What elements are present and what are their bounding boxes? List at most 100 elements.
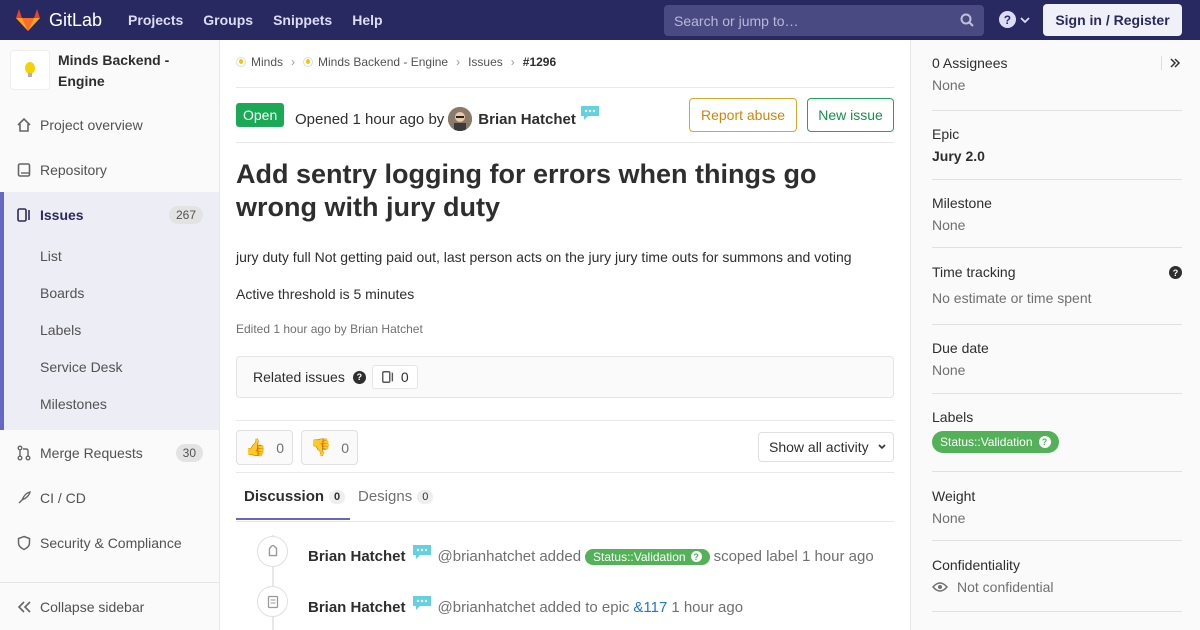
sidebar-item-security-compliance[interactable]: Security & Compliance — [0, 520, 219, 565]
report-abuse-button[interactable]: Report abuse — [689, 98, 797, 132]
label-text: Status::Validation — [593, 549, 686, 564]
breadcrumb-project[interactable]: Minds Backend - Engine — [318, 55, 448, 69]
divider — [236, 142, 894, 143]
search-input[interactable] — [674, 12, 954, 29]
label-pill[interactable]: Status::Validation ? — [932, 431, 1059, 453]
nav-snippets[interactable]: Snippets — [273, 12, 332, 28]
search-icon[interactable] — [960, 13, 974, 27]
status-badge: Open — [236, 103, 285, 127]
chevron-down-icon — [1020, 16, 1030, 23]
breadcrumb-issues[interactable]: Issues — [468, 55, 503, 69]
lightbulb-icon — [25, 62, 35, 77]
epic-value[interactable]: Jury 2.0 — [932, 148, 1182, 164]
related-issues-count[interactable]: 0 — [371, 365, 418, 389]
issue-meta: Opened 1 hour ago by Brian Hatchet — [295, 106, 600, 131]
opened-text: Opened 1 hour ago by — [295, 110, 445, 128]
time-tracking-title: Time tracking — [932, 264, 1016, 280]
nav-help[interactable]: Help — [352, 12, 382, 28]
edited-note: Edited 1 hour ago by Brian Hatchet — [236, 322, 423, 336]
epic-title: Epic — [932, 126, 960, 142]
sidebar-item-merge-requests[interactable]: Merge Requests 30 — [0, 430, 219, 475]
tab-count: 0 — [417, 489, 434, 504]
sidebar-subitem-labels[interactable]: Labels — [4, 311, 219, 348]
epic-link[interactable]: &117 — [633, 599, 667, 616]
timeline-event: Brian Hatchet @brianhatchet added Status… — [308, 544, 874, 565]
activity-filter-value: Show all activity — [769, 439, 869, 455]
thumbs-up-button[interactable]: 👍 0 — [236, 430, 293, 465]
tab-discussion[interactable]: Discussion 0 — [244, 488, 346, 505]
sidebar-item-project-overview[interactable]: Project overview — [0, 102, 219, 147]
issue-description: jury duty full Not getting paid out, las… — [236, 249, 852, 265]
active-tab-indicator — [236, 518, 350, 520]
event-handle[interactable]: @brianhatchet — [438, 548, 536, 565]
nav-groups[interactable]: Groups — [203, 12, 253, 28]
author-name[interactable]: Brian Hatchet — [478, 111, 576, 128]
rocket-icon — [16, 490, 32, 506]
collapse-sidebar-label: Collapse sidebar — [40, 598, 145, 615]
help-icon[interactable]: ? — [1169, 266, 1182, 279]
collapse-sidebar-button[interactable]: Collapse sidebar — [0, 582, 219, 630]
time-tracking-value: No estimate or time spent — [932, 290, 1092, 306]
due-date-value: None — [932, 362, 966, 378]
due-date-title: Due date — [932, 340, 989, 356]
confidentiality-status: Not confidential — [932, 579, 1182, 595]
new-issue-button[interactable]: New issue — [807, 98, 894, 132]
chat-bubble-icon — [412, 544, 431, 559]
divider — [236, 521, 894, 522]
book-icon — [16, 162, 32, 178]
milestone-block: Milestone None — [932, 195, 1182, 248]
event-action: added — [539, 548, 582, 565]
merge-requests-count-badge: 30 — [175, 443, 203, 462]
sidebar-subitem-boards[interactable]: Boards — [4, 274, 219, 311]
group-avatar-icon — [236, 57, 246, 67]
avatar[interactable] — [448, 107, 473, 131]
divider — [236, 472, 894, 473]
gitlab-logo[interactable]: GitLab — [15, 8, 102, 32]
event-author[interactable]: Brian Hatchet — [308, 548, 406, 565]
breadcrumb-issue-id[interactable]: #1296 — [523, 55, 556, 69]
event-handle[interactable]: @brianhatchet — [438, 599, 536, 616]
tag-icon — [257, 536, 288, 567]
merge-request-icon — [16, 445, 32, 461]
assignees-value: None — [932, 77, 966, 93]
project-header[interactable]: Minds Backend - Engine — [10, 50, 198, 92]
breadcrumb-minds[interactable]: Minds — [251, 55, 283, 69]
confidentiality-value: Not confidential — [957, 579, 1054, 595]
sidebar-item-issues[interactable]: Issues 267 — [0, 192, 219, 237]
nav-projects[interactable]: Projects — [128, 12, 183, 28]
shield-icon — [16, 535, 32, 551]
question-icon: ? — [999, 11, 1016, 28]
activity-filter-dropdown[interactable]: Show all activity — [758, 432, 894, 462]
scoped-label-pill[interactable]: Status::Validation ? — [585, 548, 710, 565]
issues-icon — [16, 207, 32, 223]
help-icon[interactable]: ? — [352, 370, 366, 384]
tab-designs[interactable]: Designs 0 — [358, 488, 434, 505]
sidebar-subitem-service-desk[interactable]: Service Desk — [4, 348, 219, 385]
sidebar-subitem-milestones[interactable]: Milestones — [4, 385, 219, 422]
sign-in-button[interactable]: Sign in / Register — [1043, 4, 1182, 36]
issues-count-badge: 267 — [168, 205, 203, 224]
thumbs-down-button[interactable]: 👎 0 — [301, 430, 358, 465]
epic-block: Epic Jury 2.0 — [932, 126, 1182, 180]
thumbs-up-count: 0 — [276, 439, 284, 456]
sidebar-item-label: CI / CD — [40, 489, 86, 506]
confidentiality-title: Confidentiality — [932, 557, 1020, 573]
sidebar-item-label: Repository — [40, 161, 107, 178]
labels-block: Labels Status::Validation ? — [932, 409, 1182, 472]
thumbs-down-icon: 👎 — [310, 437, 332, 457]
sidebar-item-label: Issues — [40, 206, 84, 223]
sidebar-item-repository[interactable]: Repository — [0, 147, 219, 192]
divider — [236, 87, 894, 88]
weight-value: None — [932, 510, 966, 526]
event-rest: 1 hour ago — [671, 599, 744, 616]
related-issues-panel: Related issues ? 0 — [236, 356, 894, 398]
project-avatar-icon — [303, 57, 314, 67]
event-author[interactable]: Brian Hatchet — [308, 599, 406, 616]
sidebar-item-label: Merge Requests — [40, 444, 143, 461]
sidebar-subitem-list[interactable]: List — [4, 237, 219, 274]
search-box — [664, 5, 984, 36]
sidebar-item-ci-cd[interactable]: CI / CD — [0, 475, 219, 520]
event-rest: scoped label 1 hour ago — [713, 548, 874, 565]
help-dropdown[interactable]: ? — [999, 11, 1030, 28]
breadcrumb-separator: › — [510, 55, 515, 69]
